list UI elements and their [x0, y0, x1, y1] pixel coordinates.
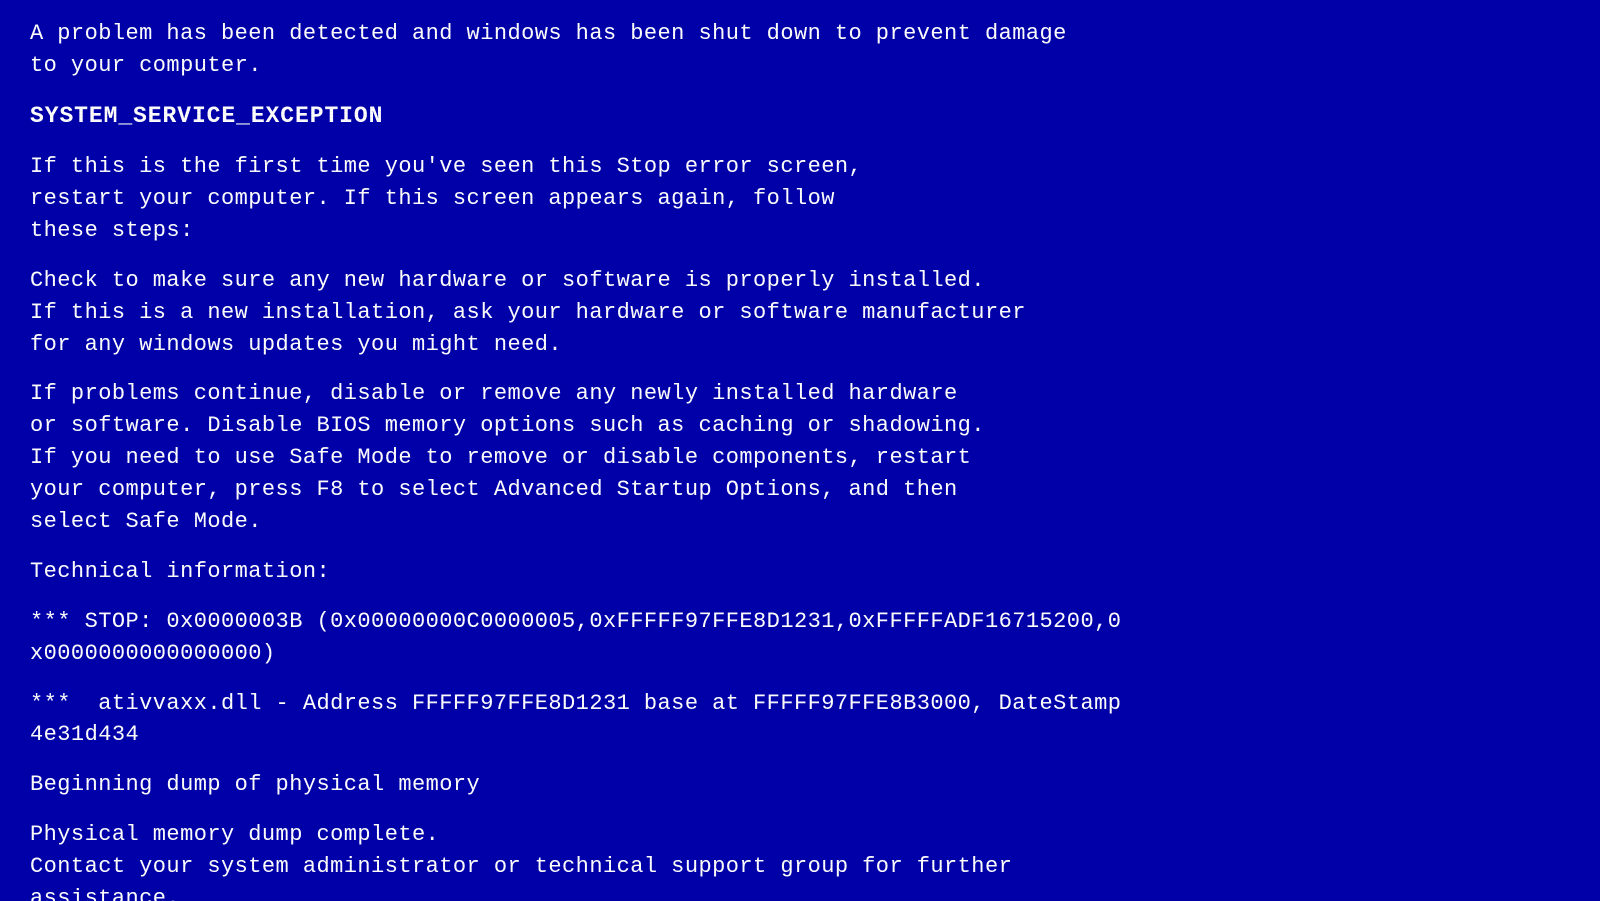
- tech-info-label: Technical information:: [30, 556, 1570, 588]
- first-time-line1: If this is the first time you've seen th…: [30, 151, 1570, 183]
- stop-section: *** STOP: 0x0000003B (0x00000000C0000005…: [30, 606, 1570, 670]
- first-time-section: If this is the first time you've seen th…: [30, 151, 1570, 247]
- first-time-line2: restart your computer. If this screen ap…: [30, 183, 1570, 215]
- error-code-section: SYSTEM_SERVICE_EXCEPTION: [30, 100, 1570, 133]
- check-section: Check to make sure any new hardware or s…: [30, 265, 1570, 361]
- dump-complete: Physical memory dump complete.: [30, 819, 1570, 851]
- dll-line2: 4e31d434: [30, 719, 1570, 751]
- bsod-screen: A problem has been detected and windows …: [0, 0, 1600, 901]
- complete-section: Physical memory dump complete. Contact y…: [30, 819, 1570, 901]
- error-code: SYSTEM_SERVICE_EXCEPTION: [30, 100, 1570, 133]
- check-line2: If this is a new installation, ask your …: [30, 297, 1570, 329]
- contact-line1: Contact your system administrator or tec…: [30, 851, 1570, 883]
- check-line3: for any windows updates you might need.: [30, 329, 1570, 361]
- problems-line5: select Safe Mode.: [30, 506, 1570, 538]
- intro-line1: A problem has been detected and windows …: [30, 18, 1570, 50]
- tech-info-section: Technical information:: [30, 556, 1570, 588]
- problems-line2: or software. Disable BIOS memory options…: [30, 410, 1570, 442]
- dll-section: *** ativvaxx.dll - Address FFFFF97FFE8D1…: [30, 688, 1570, 752]
- intro-section: A problem has been detected and windows …: [30, 18, 1570, 82]
- stop-line1: *** STOP: 0x0000003B (0x00000000C0000005…: [30, 606, 1570, 638]
- check-line1: Check to make sure any new hardware or s…: [30, 265, 1570, 297]
- problems-line3: If you need to use Safe Mode to remove o…: [30, 442, 1570, 474]
- problems-section: If problems continue, disable or remove …: [30, 378, 1570, 537]
- dll-line1: *** ativvaxx.dll - Address FFFFF97FFE8D1…: [30, 688, 1570, 720]
- first-time-line3: these steps:: [30, 215, 1570, 247]
- contact-line2: assistance.: [30, 883, 1570, 901]
- dump-beginning: Beginning dump of physical memory: [30, 769, 1570, 801]
- dump-section: Beginning dump of physical memory: [30, 769, 1570, 801]
- problems-line4: your computer, press F8 to select Advanc…: [30, 474, 1570, 506]
- stop-line2: x0000000000000000): [30, 638, 1570, 670]
- intro-line2: to your computer.: [30, 50, 1570, 82]
- problems-line1: If problems continue, disable or remove …: [30, 378, 1570, 410]
